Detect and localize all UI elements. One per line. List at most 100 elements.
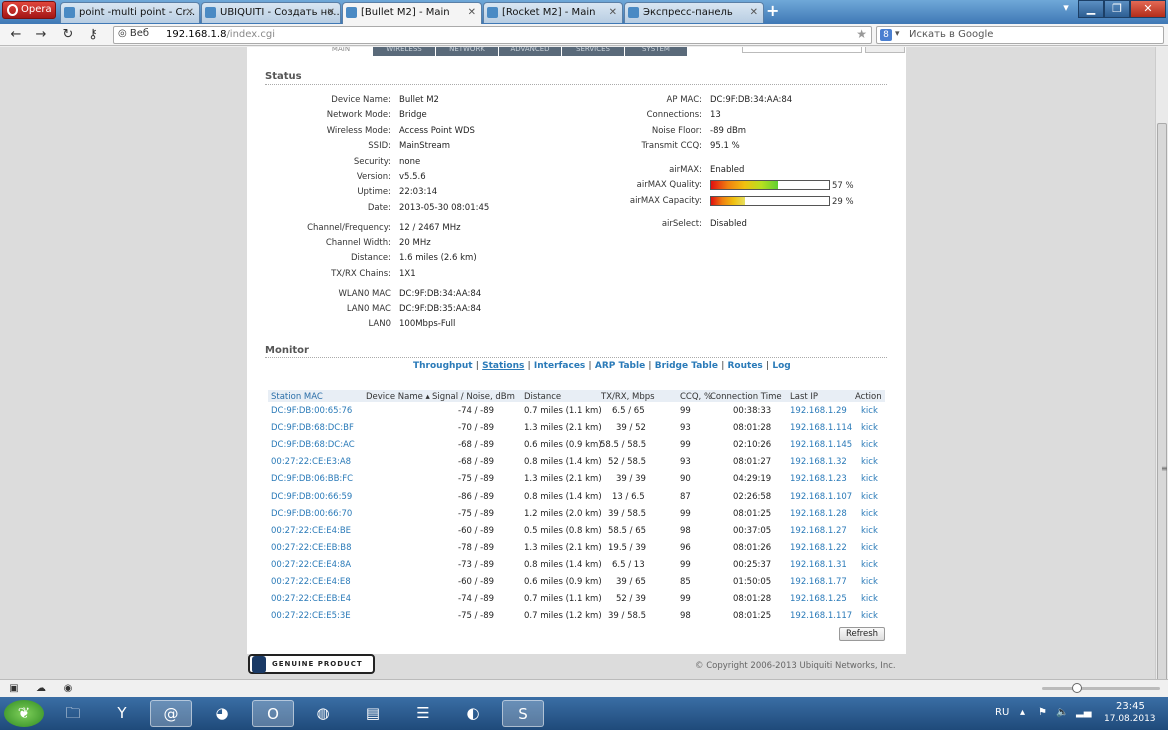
last-ip-link[interactable]: 192.168.1.145 [790,440,852,450]
last-ip-link[interactable]: 192.168.1.27 [790,526,847,536]
back-arrow-icon[interactable]: ← [8,27,24,43]
opera-menu-button[interactable]: Opera [2,1,56,19]
close-icon[interactable]: ✕ [609,3,617,22]
network-app-icon[interactable]: ◐ [452,700,494,727]
last-ip-link[interactable]: 192.168.1.31 [790,560,847,570]
tab-main[interactable]: MAIN [310,47,372,56]
kick-link[interactable]: kick [861,423,878,433]
last-ip-link[interactable]: 192.168.1.29 [790,406,847,416]
refresh-button[interactable]: Refresh [839,627,885,641]
kick-link[interactable]: kick [861,594,878,604]
maximize-icon[interactable]: ❐ [1104,0,1130,18]
vertical-scrollbar[interactable]: ≡ [1155,47,1168,711]
minimize-icon[interactable]: ▁ [1078,0,1104,18]
station-mac-link[interactable]: DC:9F:DB:00:66:70 [271,509,352,519]
tab-advanced[interactable]: ADVANCED [499,47,561,56]
tab-4[interactable]: [Rocket M2] - Main ✕ [483,2,623,23]
monitor-link-arp-table[interactable]: ARP Table [595,361,645,371]
kick-link[interactable]: kick [861,560,878,570]
page-tools-select[interactable] [742,47,862,53]
scrollbar-thumb[interactable]: ≡ [1157,123,1168,711]
tray-chevron-up-icon[interactable]: ▴ [1020,707,1025,718]
monitor-link-routes[interactable]: Routes [728,361,763,371]
file-explorer-icon[interactable]: 🗀 [52,700,94,727]
mail-agent-icon[interactable]: @ [150,700,192,727]
tab-3[interactable]: [Bullet M2] - Main ✕ [342,2,482,24]
chevron-down-icon[interactable]: ▾ [895,29,900,39]
kick-link[interactable]: kick [861,474,878,484]
key-icon[interactable]: ⚷ [85,27,101,43]
language-indicator[interactable]: RU [995,707,1009,718]
close-icon[interactable]: ✕ [750,3,758,22]
kick-link[interactable]: kick [861,406,878,416]
yandex-browser-icon[interactable]: Y [101,700,143,727]
close-icon[interactable]: ✕ [327,3,335,22]
kick-link[interactable]: kick [861,440,878,450]
clock-date[interactable]: 17.08.2013 [1104,714,1156,724]
search-field[interactable]: 8 ▾ Искать в Google [876,26,1164,44]
kick-link[interactable]: kick [861,526,878,536]
station-mac-link[interactable]: 00:27:22:CE:E4:8A [271,560,351,570]
station-mac-link[interactable]: DC:9F:DB:06:BB:FC [271,474,353,484]
page-tools-button[interactable] [865,47,905,53]
database-icon[interactable]: ☰ [402,700,444,727]
tab-1[interactable]: point -multi point - Cr... ✕ [60,2,200,23]
turbo-icon[interactable]: ◉ [62,683,74,695]
skype-icon[interactable]: S [502,700,544,727]
tab-2[interactable]: UBIQUITI - Создать но... ✕ [201,2,341,23]
address-field[interactable]: ◎ Веб 192.168.1.8/index.cgi ★ [113,26,872,44]
station-mac-link[interactable]: 00:27:22:CE:E4:E8 [271,577,351,587]
kick-link[interactable]: kick [861,509,878,519]
last-ip-link[interactable]: 192.168.1.22 [790,543,847,553]
zoom-slider[interactable] [1042,683,1160,693]
monitor-link-throughput[interactable]: Throughput [413,361,473,371]
close-icon[interactable]: ✕ [468,3,476,22]
clock-time[interactable]: 23:45 [1116,701,1145,712]
forward-arrow-icon[interactable]: → [33,27,49,43]
save-disk-icon[interactable]: ▤ [352,700,394,727]
last-ip-link[interactable]: 192.168.1.114 [790,423,852,433]
last-ip-link[interactable]: 192.168.1.25 [790,594,847,604]
tab-5[interactable]: Экспресс-панель ✕ [624,2,764,23]
station-mac-link[interactable]: DC:9F:DB:00:65:76 [271,406,352,416]
station-mac-link[interactable]: 00:27:22:CE:EB:B8 [271,543,352,553]
last-ip-link[interactable]: 192.168.1.77 [790,577,847,587]
column-header[interactable]: Station MAC [271,392,323,402]
zoom-slider-knob[interactable] [1072,683,1082,693]
chrome-icon[interactable]: ◍ [302,700,344,727]
station-mac-link[interactable]: 00:27:22:CE:E3:A8 [271,457,351,467]
reload-icon[interactable]: ↻ [60,27,76,43]
kick-link[interactable]: kick [861,543,878,553]
last-ip-link[interactable]: 192.168.1.28 [790,509,847,519]
network-signal-icon[interactable]: ▂▄ [1076,707,1091,718]
station-mac-link[interactable]: DC:9F:DB:00:66:59 [271,492,352,502]
last-ip-link[interactable]: 192.168.1.23 [790,474,847,484]
tab-menu-chevron-icon[interactable]: ▾ [1060,0,1072,18]
flag-icon[interactable]: ⚑ [1038,707,1047,718]
monitor-link-stations[interactable]: Stations [482,361,524,371]
tab-services[interactable]: SERVICES [562,47,624,56]
tab-wireless[interactable]: WIRELESS [373,47,435,56]
kick-link[interactable]: kick [861,577,878,587]
monitor-link-interfaces[interactable]: Interfaces [534,361,585,371]
station-mac-link[interactable]: 00:27:22:CE:E4:BE [271,526,351,536]
cloud-icon[interactable]: ☁ [35,683,47,695]
last-ip-link[interactable]: 192.168.1.107 [790,492,852,502]
new-tab-plus-icon[interactable]: + [766,1,779,20]
close-window-icon[interactable]: ✕ [1130,0,1166,18]
station-mac-link[interactable]: DC:9F:DB:68:DC:BF [271,423,354,433]
column-header[interactable]: Device Name ▴ [366,392,430,402]
volume-icon[interactable]: 🔈 [1056,707,1068,718]
panel-toggle-icon[interactable]: ▣ [8,683,20,695]
opera-icon[interactable]: O [252,700,294,727]
kick-link[interactable]: kick [861,457,878,467]
start-button-icon[interactable]: ❦ [4,700,44,727]
bookmark-star-icon[interactable]: ★ [856,27,867,41]
kick-link[interactable]: kick [861,492,878,502]
tab-network[interactable]: NETWORK [436,47,498,56]
close-icon[interactable]: ✕ [186,3,194,22]
monitor-link-bridge-table[interactable]: Bridge Table [655,361,718,371]
last-ip-link[interactable]: 192.168.1.117 [790,611,852,621]
station-mac-link[interactable]: 00:27:22:CE:EB:E4 [271,594,351,604]
station-mac-link[interactable]: 00:27:22:CE:E5:3E [271,611,351,621]
